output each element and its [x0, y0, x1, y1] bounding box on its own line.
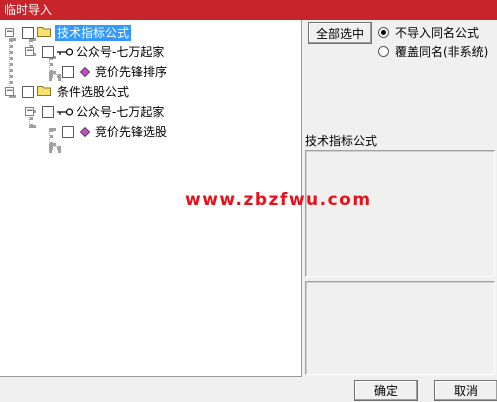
- collapse-toggle[interactable]: −: [25, 47, 34, 56]
- collapse-toggle[interactable]: −: [5, 87, 14, 96]
- key-icon: [57, 48, 73, 56]
- tree-node-formula[interactable]: 竞价先锋选股: [0, 123, 300, 141]
- tree-checkbox[interactable]: [22, 86, 34, 98]
- key-icon: [57, 108, 73, 116]
- tree-checkbox[interactable]: [42, 46, 54, 58]
- tree-node-label[interactable]: 公众号-七万起家: [76, 44, 164, 60]
- folder-icon: [37, 86, 51, 96]
- tree-checkbox[interactable]: [62, 66, 74, 78]
- collapse-toggle[interactable]: −: [25, 107, 34, 116]
- tree-node-condition-formulas[interactable]: − 条件选股公式: [0, 83, 300, 101]
- window-title: 临时导入: [4, 3, 53, 17]
- radio-skip-duplicates[interactable]: 不导入同名公式: [378, 24, 479, 41]
- tree-node-technical-formulas[interactable]: − 技术指标公式: [0, 24, 300, 42]
- ok-button[interactable]: 确定: [354, 380, 418, 401]
- tree-node-label[interactable]: 竞价先锋选股: [95, 124, 167, 140]
- collapse-toggle[interactable]: −: [5, 28, 14, 37]
- selected-type-label: 技术指标公式: [305, 134, 378, 148]
- tree-node-label[interactable]: 技术指标公式: [55, 25, 132, 41]
- tree-node-label[interactable]: 公众号-七万起家: [76, 104, 164, 120]
- radio-overwrite-duplicates[interactable]: 覆盖同名(非系统): [378, 43, 488, 60]
- window-titlebar: 临时导入: [0, 0, 497, 20]
- tree-node-label[interactable]: 条件选股公式: [57, 84, 129, 100]
- detail-box: [305, 281, 495, 375]
- formula-diamond-icon: [80, 127, 90, 137]
- tree-node-formula[interactable]: 竞价先锋排序: [0, 63, 300, 81]
- tree-node-group[interactable]: − 公众号-七万起家: [0, 43, 300, 61]
- tree-node-label[interactable]: 竞价先锋排序: [95, 64, 167, 80]
- select-all-button[interactable]: 全部选中: [308, 22, 372, 44]
- formula-diamond-icon: [80, 67, 90, 77]
- radio-label: 不导入同名公式: [395, 26, 480, 40]
- tree-checkbox[interactable]: [22, 27, 34, 39]
- tree-checkbox[interactable]: [42, 106, 54, 118]
- description-box: [305, 150, 495, 277]
- radio-label: 覆盖同名(非系统): [395, 45, 489, 59]
- watermark-text: www.zbzfwu.com: [185, 190, 372, 210]
- cancel-button[interactable]: 取消: [434, 380, 497, 401]
- radio-button[interactable]: [378, 46, 389, 57]
- folder-icon: [37, 27, 51, 37]
- tree-node-group[interactable]: − 公众号-七万起家: [0, 103, 300, 121]
- tree-line: [49, 146, 61, 150]
- tree-checkbox[interactable]: [62, 126, 74, 138]
- radio-button[interactable]: [378, 27, 389, 38]
